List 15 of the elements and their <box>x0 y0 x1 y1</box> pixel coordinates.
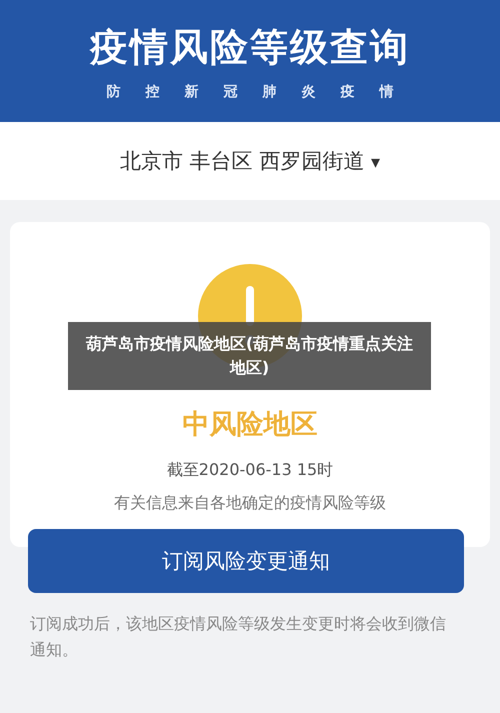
update-time: 截至2020-06-13 15时 <box>166 460 334 481</box>
risk-level-text: 中风险地区 <box>182 408 318 442</box>
subtitle-text: 新 <box>184 83 198 101</box>
subscribe-button[interactable]: 订阅风险变更通知 <box>28 529 464 593</box>
subtitle-text: 疫 <box>340 83 354 101</box>
page-title: 疫情风险等级查询 <box>90 24 410 71</box>
subtitle-text: 冠 <box>224 83 238 101</box>
caption-text: 葫芦岛市疫情风险地区(葫芦岛市疫情重点关注地区) <box>84 333 414 379</box>
subtitle-text: 情 <box>380 83 394 101</box>
subscribe-note: 订阅成功后，该地区疫情风险等级发生变更时将会收到微信通知。 <box>30 613 447 661</box>
subtitle-text: 防 <box>106 83 120 101</box>
source-note: 有关信息来自各地确定的疫情风险等级 <box>114 493 386 514</box>
subtitle-text: 炎 <box>302 83 316 101</box>
subtitle-text: 肺 <box>262 83 276 101</box>
subtitle-text: 控 <box>146 83 160 101</box>
